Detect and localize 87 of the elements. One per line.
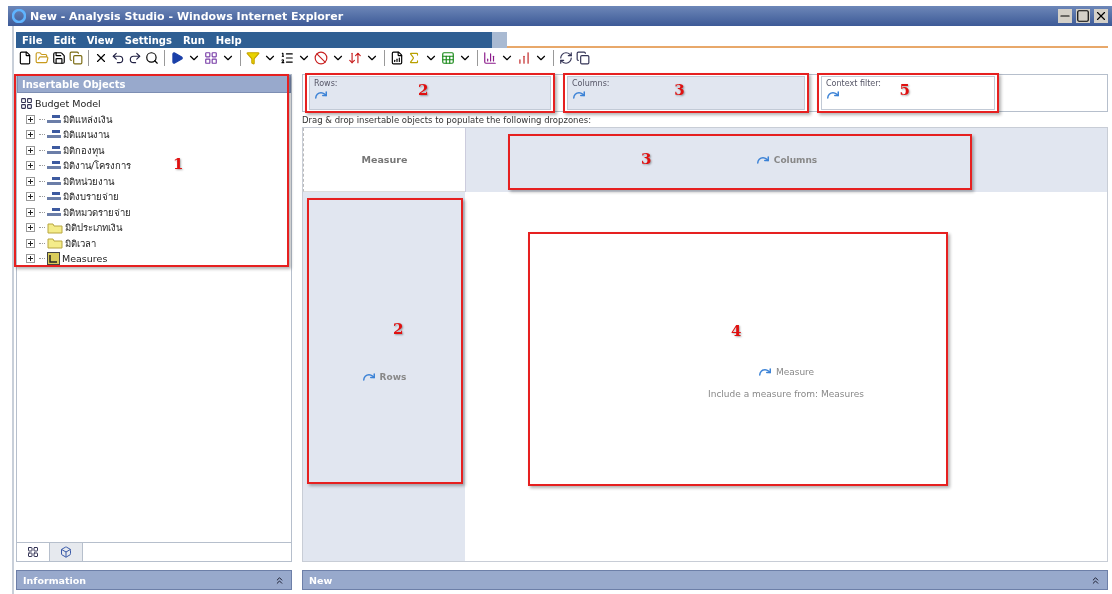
expand-icon[interactable] (26, 176, 35, 186)
refresh-icon[interactable] (559, 51, 573, 65)
dropzone-label: Rows (361, 369, 407, 384)
menu-item[interactable]: Edit (53, 34, 76, 46)
tree-item[interactable]: Measures (62, 253, 108, 265)
dimension-icon (47, 192, 61, 202)
menu-item[interactable]: Run (182, 34, 205, 46)
tree-item[interactable]: มิติงาน/โครงการ (63, 158, 132, 174)
tree-item[interactable]: มิติประเภทเงิน (65, 220, 122, 236)
tree-item[interactable]: มิติกองทุน (63, 142, 104, 158)
crosstab-icon[interactable] (204, 51, 218, 65)
model-icon (20, 97, 33, 111)
expand-icon[interactable] (26, 130, 35, 140)
tree-item[interactable]: มิติแผนงาน (63, 127, 109, 143)
minimize-button[interactable] (1058, 9, 1072, 23)
folder-icon (47, 237, 63, 250)
close-button[interactable] (1094, 9, 1108, 23)
expand-icon[interactable] (26, 161, 35, 171)
bar-title: New (309, 574, 333, 586)
expand-icon[interactable] (26, 238, 35, 248)
redo-icon[interactable] (128, 51, 142, 65)
drop-arrow-icon (572, 88, 586, 102)
measure-dropzone[interactable]: 4 Measure Include a measure from: Measures (465, 192, 1107, 561)
spreadsheet-icon[interactable] (441, 51, 455, 65)
rank-icon[interactable] (280, 51, 294, 65)
tree-item[interactable]: มิติหน่วยงาน (63, 173, 114, 189)
menu-item[interactable]: Settings (124, 34, 172, 46)
window-title: New - Analysis Studio - Windows Internet Explorer (30, 9, 345, 23)
menu-item[interactable]: Help (215, 34, 242, 46)
dimension-icon (47, 145, 61, 155)
dimension-icon (47, 176, 61, 186)
sort-icon[interactable] (348, 51, 362, 65)
rows-dropzone[interactable]: 2 Rows (303, 192, 465, 561)
bar-chart-icon[interactable] (483, 51, 497, 65)
tree-item[interactable]: มิติเวลา (65, 235, 96, 251)
save-icon[interactable] (52, 51, 66, 65)
save-as-icon[interactable] (69, 51, 83, 65)
suppress-icon[interactable] (314, 51, 328, 65)
window-icon[interactable] (576, 51, 590, 65)
cube-icon (60, 546, 72, 558)
menu-bar-end (492, 32, 507, 48)
search-icon[interactable] (145, 51, 159, 65)
undo-icon[interactable] (111, 51, 125, 65)
dropzone-label: Rows: (314, 79, 339, 88)
new-icon[interactable] (18, 51, 32, 65)
menu-item[interactable]: View (86, 34, 114, 46)
tree-item[interactable]: มิติงบรายจ่าย (63, 189, 119, 205)
drop-arrow-icon (314, 88, 328, 102)
run-icon[interactable] (170, 51, 184, 65)
dimension-icon (47, 161, 61, 171)
annotation-number: 4 (731, 322, 742, 340)
expand-icon[interactable] (26, 145, 35, 155)
drop-arrow-icon (755, 153, 770, 167)
expand-icon[interactable] (26, 114, 35, 124)
bar-title: Information (23, 574, 87, 586)
dropzone-label: Columns (755, 153, 818, 167)
columns-dropzone[interactable]: 3 Columns (465, 128, 1107, 192)
dropzone-label: Measure (757, 364, 815, 379)
annotation-number: 2 (393, 320, 404, 338)
dimension-icon (47, 207, 61, 217)
instruction-text: Drag & drop insertable objects to populate the following dropzones: (302, 115, 593, 125)
browser-icon (12, 9, 26, 23)
expand-icon[interactable] (26, 254, 35, 264)
hint-text: Include a measure from: Measures (708, 388, 864, 399)
drop-arrow-icon (826, 88, 840, 102)
expand-icon[interactable] (26, 192, 35, 202)
delete-icon[interactable] (94, 51, 108, 65)
expand-icon[interactable] (26, 223, 35, 233)
dimension-icon (47, 114, 61, 124)
expand-icon[interactable] (26, 207, 35, 217)
maximize-button[interactable] (1076, 9, 1090, 23)
annotation-number: 2 (418, 81, 429, 99)
tree-item[interactable]: มิติแหล่งเงิน (63, 111, 112, 127)
measures-icon (47, 252, 60, 266)
annotation-number: 3 (641, 150, 652, 168)
dropzone-label: Columns: (572, 79, 611, 88)
dimension-icon (47, 130, 61, 140)
annotation-number: 3 (674, 81, 685, 99)
tree-item[interactable]: Budget Model (35, 98, 101, 110)
dropzone-label: Context filter: (826, 79, 883, 88)
annotation-number: 1 (173, 155, 184, 173)
report-icon[interactable] (390, 51, 404, 65)
menu-item[interactable]: File (22, 34, 43, 46)
folder-icon (47, 221, 63, 234)
annotation-number: 5 (899, 81, 910, 99)
tree-icon (27, 546, 39, 558)
tree-item[interactable]: มิติหมวดรายจ่าย (63, 204, 131, 220)
